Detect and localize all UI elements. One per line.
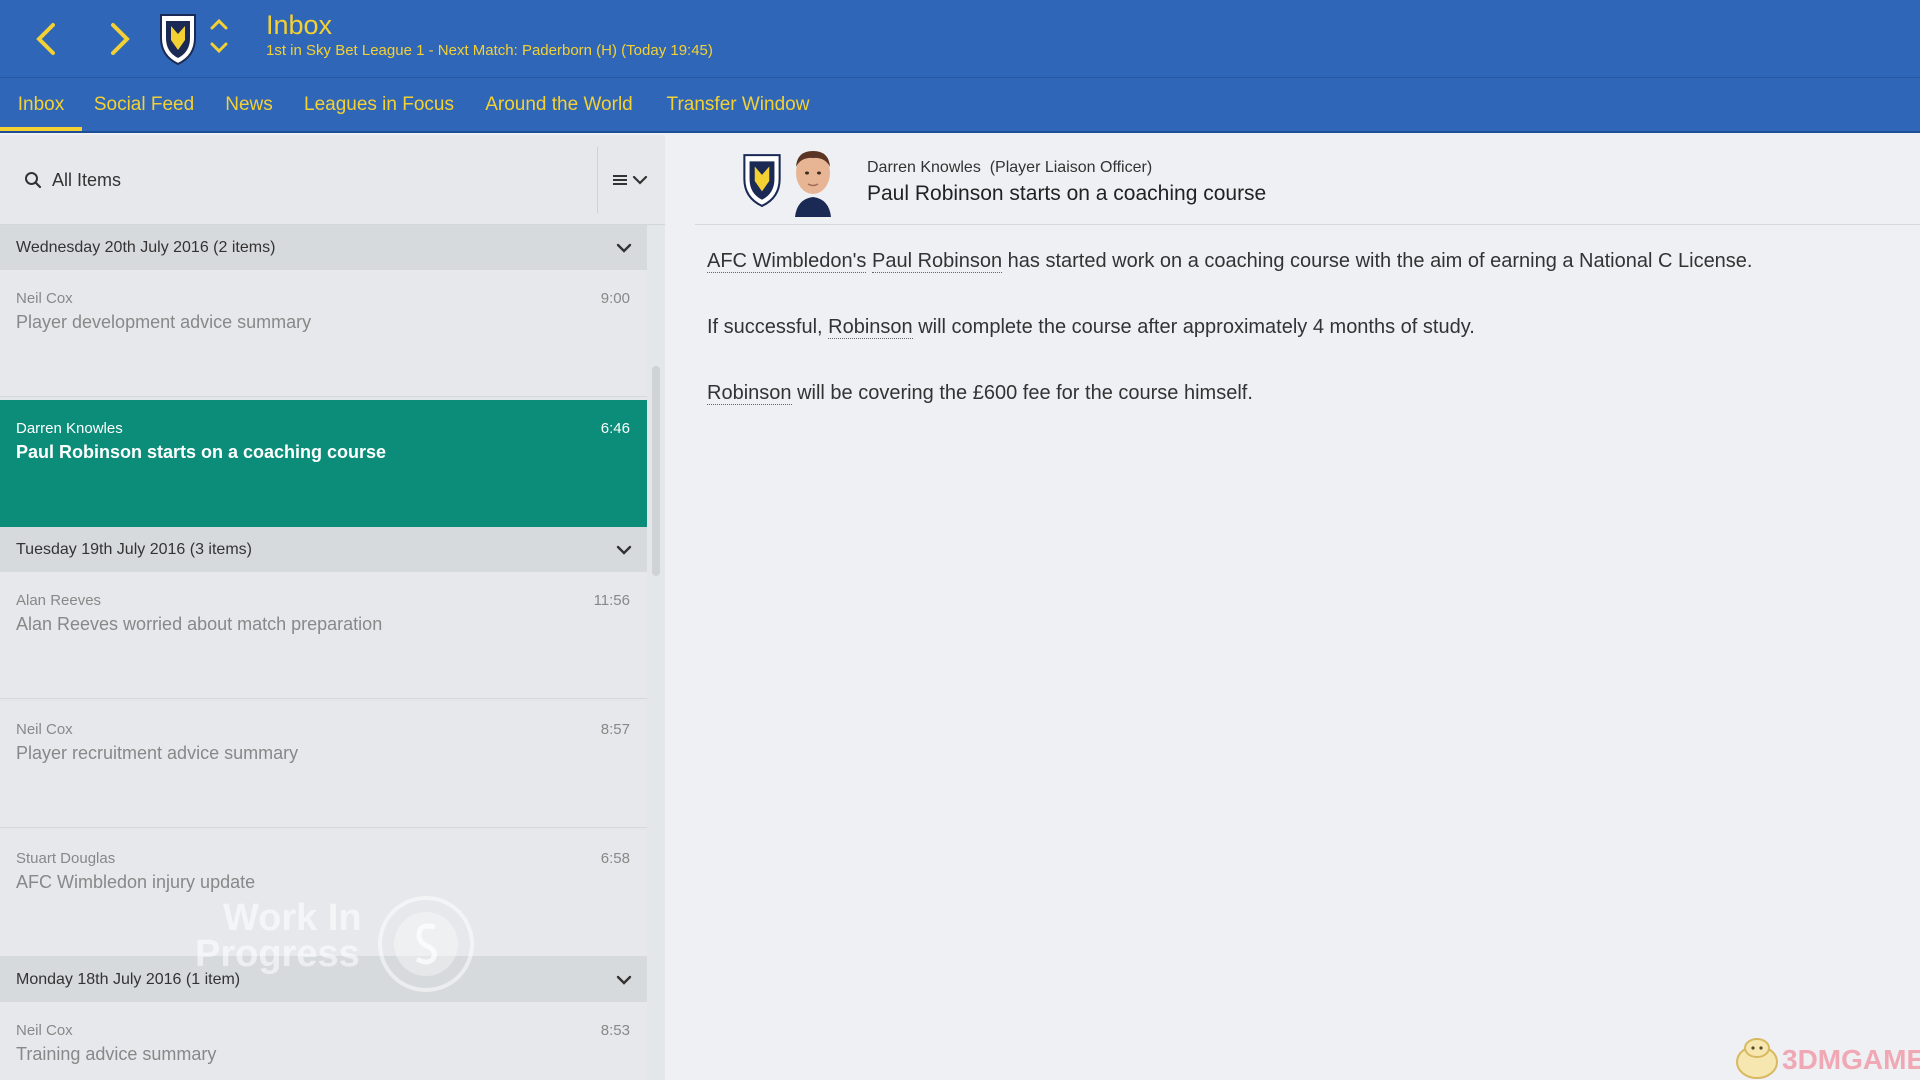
divider <box>597 147 598 213</box>
item-subject: Alan Reeves worried about match preparat… <box>16 614 383 634</box>
club-crest-icon[interactable] <box>158 12 198 66</box>
message-detail-panel: Darren Knowles (Player Liaison Officer) … <box>665 135 1920 1080</box>
date-group-title: Monday 18th July 2016 (1 item) <box>16 970 241 988</box>
item-sender: Neil Cox <box>16 721 73 738</box>
tab-leagues-in-focus[interactable]: Leagues in Focus <box>298 78 460 131</box>
chevron-right-icon <box>111 23 130 55</box>
chevron-down-icon <box>210 42 228 54</box>
league-status[interactable]: 1st in Sky Bet League 1 - Next Match: Pa… <box>266 42 713 59</box>
top-bar: Inbox 1st in Sky Bet League 1 - Next Mat… <box>0 0 1920 78</box>
item-sender: Neil Cox <box>16 290 73 307</box>
message-header: Darren Knowles (Player Liaison Officer) … <box>695 135 1920 225</box>
club-crest-icon <box>743 154 781 208</box>
inbox-list-panel: All Items Wednesday 20th July 2016 (2 it… <box>0 135 665 1080</box>
item-sender: Alan Reeves <box>16 592 102 609</box>
chevron-down-icon <box>616 975 632 985</box>
club-switcher[interactable] <box>208 16 230 56</box>
date-group-header[interactable]: Tuesday 19th July 2016 (3 items) <box>0 527 647 572</box>
forward-button[interactable] <box>90 14 150 64</box>
chevron-left-icon <box>36 23 55 55</box>
player-link[interactable]: Robinson <box>707 382 792 405</box>
paragraph-text: will complete the course after approxima… <box>912 316 1475 338</box>
message-list: Wednesday 20th July 2016 (2 items) Neil … <box>0 225 647 1080</box>
filter-bar: All Items <box>0 135 665 225</box>
chevron-down-icon <box>616 243 632 253</box>
sender-name[interactable]: Darren Knowles <box>867 159 981 176</box>
mascot-icon <box>1736 1038 1778 1079</box>
message-from: Darren Knowles (Player Liaison Officer) <box>867 159 1152 177</box>
item-subject: Player development advice summary <box>16 312 312 332</box>
list-item[interactable]: Alan Reeves 11:56 Alan Reeves worried ab… <box>0 572 647 699</box>
item-time: 8:53 <box>600 1022 630 1039</box>
message-title: Paul Robinson starts on a coaching cours… <box>867 182 1267 205</box>
paragraph-text: has started work on a coaching course wi… <box>1002 250 1753 272</box>
tab-social-feed[interactable]: Social Feed <box>88 78 200 131</box>
item-time: 6:46 <box>600 420 630 437</box>
item-sender: Darren Knowles <box>16 420 123 437</box>
search-icon <box>25 172 42 189</box>
sender-avatar[interactable] <box>789 147 837 217</box>
paragraph-text: will be covering the £600 fee for the co… <box>791 382 1253 404</box>
player-link[interactable]: Paul Robinson <box>871 250 1003 273</box>
item-sender: Neil Cox <box>16 1022 73 1039</box>
message-paragraph: If successful, Robinson will complete th… <box>707 313 1907 341</box>
message-body: AFC Wimbledon's Paul Robinson has starte… <box>707 247 1907 445</box>
filter-label: All Items <box>52 169 122 190</box>
page-title: Inbox <box>266 10 333 40</box>
sort-menu-button[interactable] <box>612 165 656 195</box>
filter-search[interactable]: All Items <box>24 165 121 195</box>
tab-inbox[interactable]: Inbox <box>0 78 82 131</box>
item-time: 9:00 <box>600 290 630 307</box>
message-paragraph: AFC Wimbledon's Paul Robinson has starte… <box>707 247 1907 275</box>
tab-around-the-world[interactable]: Around the World <box>476 78 642 131</box>
message-paragraph: Robinson will be covering the £600 fee f… <box>707 379 1907 407</box>
paragraph-text: If successful, <box>707 316 829 338</box>
item-subject: Paul Robinson starts on a coaching cours… <box>16 442 387 462</box>
corner-logo: 3DMGAME <box>1730 1030 1920 1080</box>
logo-text: 3DMGAME <box>1782 1044 1920 1075</box>
chevron-down-icon <box>616 545 632 555</box>
item-subject: Training advice summary <box>16 1044 217 1064</box>
date-group-title: Tuesday 19th July 2016 (3 items) <box>16 540 252 558</box>
tab-bar: Inbox Social Feed News Leagues in Focus … <box>0 78 1920 133</box>
item-time: 8:57 <box>600 721 630 738</box>
scroll-thumb[interactable] <box>652 366 660 576</box>
club-link[interactable]: AFC Wimbledon's <box>707 250 867 273</box>
chevron-up-icon <box>210 18 228 30</box>
list-item[interactable]: Neil Cox 9:00 Player development advice … <box>0 270 647 397</box>
list-icon <box>613 175 627 185</box>
list-item-selected[interactable]: Darren Knowles 6:46 Paul Robinson starts… <box>0 400 647 527</box>
list-item[interactable]: Neil Cox 8:53 Training advice summary <box>0 1002 647 1080</box>
list-scrollbar[interactable] <box>652 230 660 1080</box>
chevron-down-icon <box>632 175 648 185</box>
sender-role: (Player Liaison Officer) <box>989 159 1153 176</box>
list-item[interactable]: Stuart Douglas 6:58 AFC Wimbledon injury… <box>0 830 647 957</box>
item-subject: Player recruitment advice summary <box>16 743 299 763</box>
item-time: 11:56 <box>593 592 630 609</box>
list-item[interactable]: Neil Cox 8:57 Player recruitment advice … <box>0 701 647 828</box>
item-subject: AFC Wimbledon injury update <box>16 872 256 892</box>
item-time: 6:58 <box>600 850 630 867</box>
back-button[interactable] <box>16 14 76 64</box>
tab-news[interactable]: News <box>216 78 282 131</box>
item-sender: Stuart Douglas <box>16 850 116 867</box>
date-group-header[interactable]: Monday 18th July 2016 (1 item) <box>0 957 647 1002</box>
date-group-header[interactable]: Wednesday 20th July 2016 (2 items) <box>0 225 647 270</box>
player-link[interactable]: Robinson <box>828 316 913 339</box>
date-group-title: Wednesday 20th July 2016 (2 items) <box>16 238 276 256</box>
tab-transfer-window[interactable]: Transfer Window <box>658 78 818 131</box>
